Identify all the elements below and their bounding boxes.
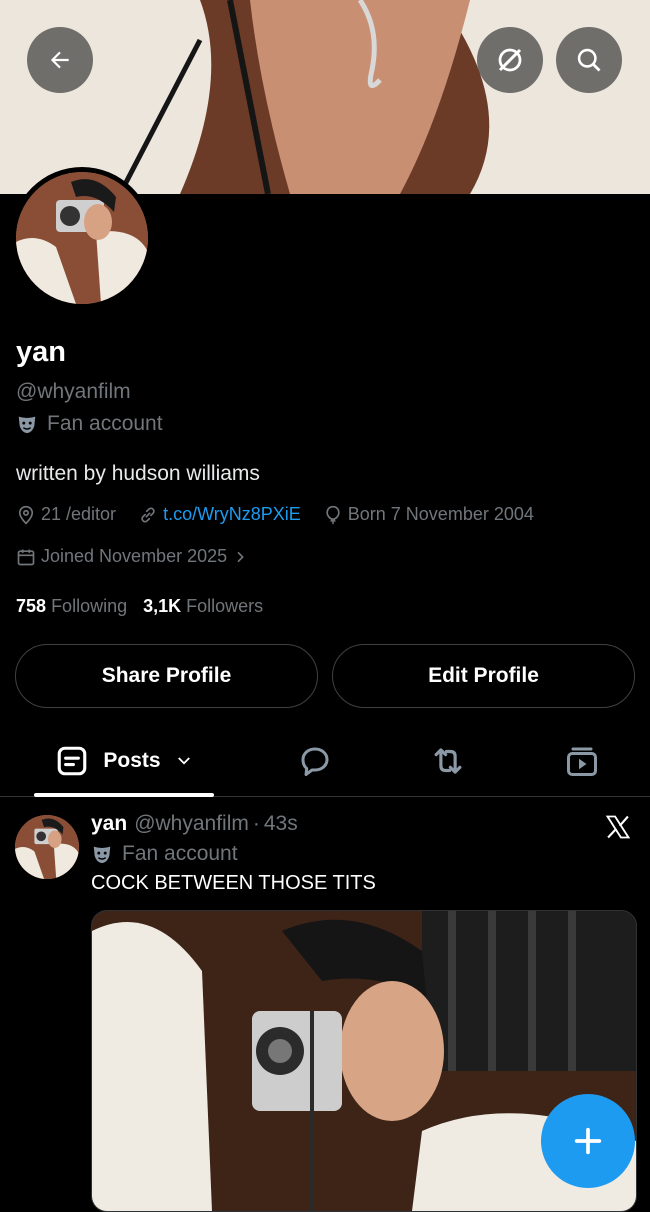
- post-header: yan @whyanfilm · 43s: [91, 812, 298, 836]
- tab-posts[interactable]: Posts: [34, 726, 214, 796]
- joined-item[interactable]: Joined November 2025: [16, 546, 248, 567]
- link-icon: [141, 506, 155, 523]
- back-button[interactable]: [27, 27, 93, 93]
- posts-icon: [58, 746, 87, 776]
- grok-icon: [498, 48, 522, 72]
- following-count: 758: [16, 596, 47, 616]
- birthday-text: Born 7 November 2004: [347, 504, 534, 524]
- edit-profile-button[interactable]: Edit Profile: [332, 644, 635, 708]
- location-item: 21 /editor: [16, 504, 116, 525]
- location-text: 21 /editor: [41, 504, 117, 524]
- post-fan-account-text: Fan account: [122, 842, 238, 865]
- share-profile-button[interactable]: Share Profile: [15, 644, 318, 708]
- fan-account-label[interactable]: Fan account: [16, 412, 163, 436]
- search-button[interactable]: [556, 27, 622, 93]
- search-icon: [577, 48, 601, 72]
- chevron-right-icon: [237, 551, 244, 562]
- post-timestamp[interactable]: 43s: [264, 812, 298, 836]
- followers-label: Followers: [186, 596, 264, 616]
- fan-account-text: Fan account: [47, 412, 163, 435]
- profile-avatar[interactable]: [11, 167, 153, 309]
- profile-name: yan: [16, 336, 66, 368]
- reply-icon: [301, 747, 329, 776]
- followers-stat[interactable]: 3,1K Followers: [143, 596, 263, 617]
- parody-mask-icon: [93, 846, 111, 864]
- profile-banner[interactable]: [0, 0, 650, 194]
- post-avatar[interactable]: [15, 815, 79, 879]
- profile-tabs: Posts: [0, 726, 650, 797]
- repost-icon: [434, 748, 462, 774]
- profile-meta-row: 21 /editor t.co/WryNz8PXiE Born 7 Novemb…: [16, 504, 556, 525]
- post-author-name[interactable]: yan: [91, 812, 127, 836]
- banner-image: [0, 0, 650, 194]
- tab-replies[interactable]: [280, 726, 350, 796]
- balloon-icon: [326, 505, 340, 524]
- compose-button[interactable]: [541, 1094, 635, 1188]
- parody-mask-icon: [18, 416, 36, 434]
- followers-count: 3,1K: [143, 596, 182, 616]
- profile-handle: @whyanfilm: [16, 380, 131, 403]
- grok-button[interactable]: [477, 27, 543, 93]
- tab-media[interactable]: [547, 726, 617, 796]
- plus-icon: [574, 1127, 602, 1155]
- post-text: COCK BETWEEN THOSE TITS: [91, 872, 376, 894]
- post-separator: ·: [252, 812, 260, 835]
- chevron-down-icon: [177, 757, 190, 765]
- profile-bio: written by hudson williams: [16, 462, 260, 485]
- post-author-handle[interactable]: @whyanfilm: [134, 812, 249, 836]
- avatar-image: [16, 172, 148, 304]
- birthday-item: Born 7 November 2004: [323, 504, 534, 525]
- tab-posts-label: Posts: [103, 749, 161, 772]
- following-label: Following: [51, 596, 128, 616]
- link-item[interactable]: t.co/WryNz8PXiE: [138, 504, 301, 525]
- joined-row[interactable]: Joined November 2025: [16, 546, 270, 567]
- x-logo-icon[interactable]: [604, 813, 632, 841]
- tab-reposts[interactable]: [413, 726, 483, 796]
- profile-link[interactable]: t.co/WryNz8PXiE: [163, 504, 301, 525]
- location-pin-icon: [18, 505, 34, 524]
- post-fan-account: Fan account: [91, 842, 238, 866]
- following-stat[interactable]: 758 Following: [16, 596, 127, 617]
- back-arrow-icon: [50, 51, 69, 69]
- follow-stats: 758 Following 3,1K Followers: [16, 596, 263, 617]
- calendar-icon: [17, 549, 35, 565]
- media-icon: [567, 747, 597, 776]
- active-tab-indicator: [34, 793, 214, 797]
- joined-text: Joined November 2025: [41, 546, 228, 566]
